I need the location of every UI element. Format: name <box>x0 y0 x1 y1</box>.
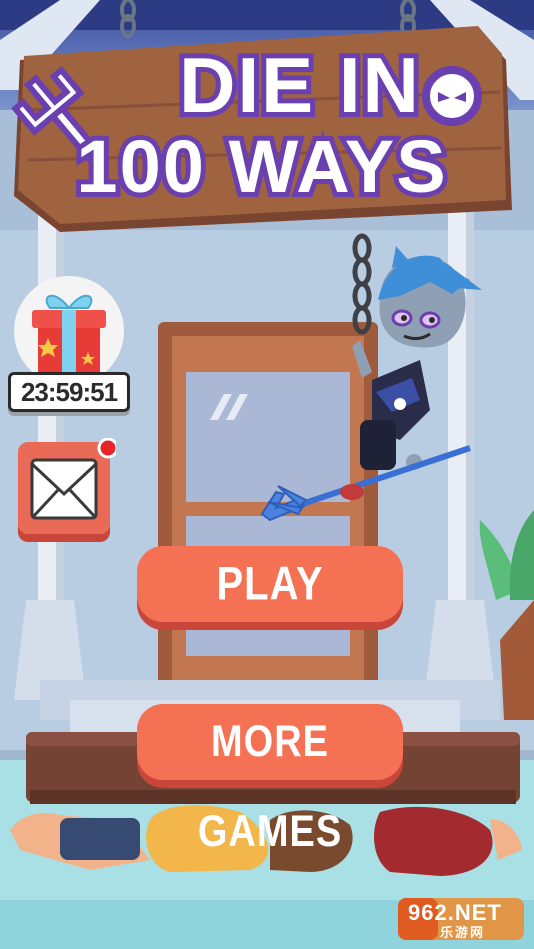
title-line-2: 100 WAYS <box>76 125 447 208</box>
mail-inbox-button[interactable] <box>16 438 116 544</box>
envelope-icon <box>30 458 98 520</box>
game-menu-screen: DIE IN 100 WAYS 23:59:51 PLAY MORE GAMES… <box>0 0 534 949</box>
site-watermark: 962.NET 乐游网 <box>396 896 526 942</box>
gift-box-icon <box>32 295 106 374</box>
play-button[interactable]: PLAY <box>137 546 403 630</box>
devil-face-icon <box>422 66 482 126</box>
watermark-sub: 乐游网 <box>440 926 486 941</box>
more-games-button-label: MORE GAMES <box>197 717 343 857</box>
notification-badge <box>97 438 116 459</box>
gift-countdown-timer: 23:59:51 <box>8 372 130 412</box>
gift-reward-widget[interactable]: 23:59:51 <box>8 276 130 422</box>
title-line-1: DIE IN <box>179 41 421 129</box>
play-button-label: PLAY <box>216 558 324 610</box>
more-games-button[interactable]: MORE GAMES <box>137 704 403 856</box>
